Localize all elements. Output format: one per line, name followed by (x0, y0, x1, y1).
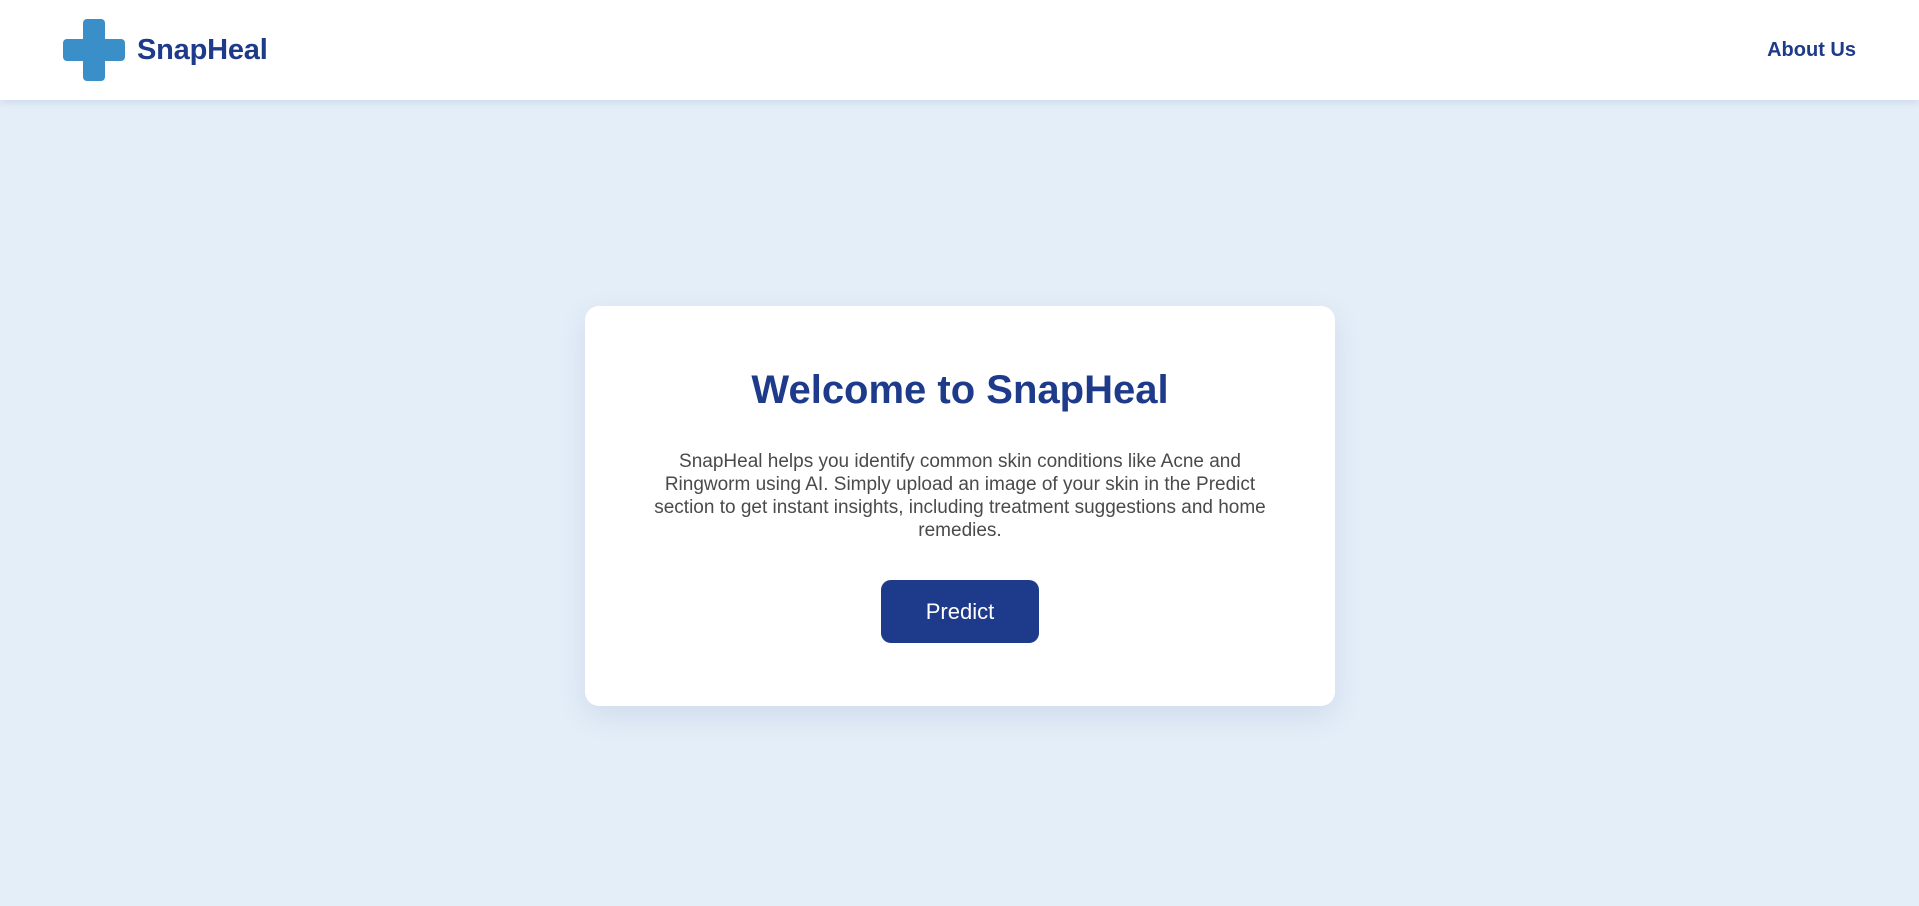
main-nav: About Us (1767, 39, 1856, 62)
predict-button[interactable]: Predict (881, 580, 1039, 643)
top-navbar: SnapHeal About Us (0, 0, 1919, 100)
medical-cross-icon (63, 19, 125, 81)
brand-link[interactable]: SnapHeal (63, 19, 268, 81)
welcome-card: Welcome to SnapHeal SnapHeal helps you i… (585, 306, 1335, 706)
brand-name: SnapHeal (137, 33, 268, 66)
nav-link-about-us[interactable]: About Us (1767, 39, 1856, 61)
intro-description: SnapHeal helps you identify common skin … (654, 451, 1266, 541)
page-title: Welcome to SnapHeal (751, 368, 1169, 412)
